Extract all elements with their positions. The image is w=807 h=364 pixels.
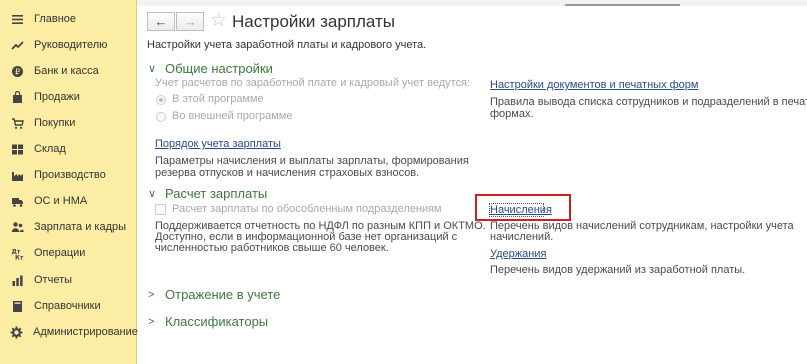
tab-strip <box>137 0 807 6</box>
sidebar-item-bank[interactable]: ₽ Банк и касса <box>0 59 137 83</box>
sidebar-item-label: Покупки <box>34 117 76 129</box>
chart-icon <box>10 273 24 287</box>
sidebar-item-label: Справочники <box>34 300 101 312</box>
documents-settings-desc-2: формах. <box>490 108 534 120</box>
section-title: Классификаторы <box>165 314 269 329</box>
documents-settings-desc-1: Правила вывода списка сотрудников и подр… <box>490 96 807 108</box>
salary-accounting-order-link[interactable]: Порядок учета зарплаты <box>155 138 281 151</box>
section-title: Расчет зарплаты <box>165 186 268 201</box>
section-accounting-reflection[interactable]: > Отражение в учете <box>148 287 280 302</box>
sidebar-item-label: Руководителю <box>34 39 108 51</box>
sidebar-item-label: ОС и НМА <box>34 195 88 207</box>
sidebar-item-label: Склад <box>34 143 66 155</box>
section-salary-calculation[interactable]: ∨ Расчет зарплаты <box>148 186 267 201</box>
accounting-question: Учет расчетов по заработной плате и кадр… <box>155 77 471 89</box>
sidebar-item-label: Отчеты <box>34 274 73 286</box>
back-button[interactable]: ← <box>147 12 175 31</box>
sidebar-item-purchases[interactable]: Покупки <box>0 111 137 135</box>
chevron-down-icon: ∨ <box>148 188 157 200</box>
bag-icon <box>10 90 24 104</box>
chevron-right-icon: > <box>148 288 155 301</box>
radio-this-program-label: В этой программе <box>172 93 264 105</box>
sidebar-item-production[interactable]: Производство <box>0 163 137 187</box>
back-arrow-icon: ← <box>154 14 168 29</box>
radio-external-program-label: Во внешней программе <box>172 110 293 122</box>
sidebar-item-warehouse[interactable]: Склад <box>0 137 137 161</box>
radio-this-program[interactable] <box>156 95 166 105</box>
highlight-box <box>475 194 571 221</box>
gear-icon <box>10 325 23 339</box>
sidebar-item-administration[interactable]: Администрирование <box>0 320 138 344</box>
warehouse-icon <box>10 142 24 156</box>
menu-icon <box>10 12 24 26</box>
forward-button[interactable]: → <box>176 12 204 31</box>
separate-divisions-label: Расчет зарплаты по обособленным подразде… <box>172 203 442 215</box>
calc-note-3: численностью работников свыше 60 человек… <box>155 242 389 254</box>
deductions-desc: Перечень видов удержаний из заработной п… <box>490 264 746 276</box>
people-icon <box>10 220 24 234</box>
sidebar-item-main[interactable]: Главное <box>0 7 137 31</box>
chevron-right-icon: > <box>148 315 155 328</box>
trend-icon <box>10 38 24 52</box>
sidebar-item-label: Администрирование <box>33 326 138 338</box>
sidebar-item-label: Банк и касса <box>34 65 99 77</box>
sidebar-item-sales[interactable]: Продажи <box>0 85 137 109</box>
separate-divisions-checkbox[interactable] <box>155 204 166 215</box>
section-general-settings[interactable]: ∨ Общие настройки <box>148 61 273 76</box>
deductions-link[interactable]: Удержания <box>490 248 546 261</box>
chevron-down-icon: ∨ <box>148 63 157 75</box>
svg-text:Кт: Кт <box>15 254 24 260</box>
dt-kt-icon: Дт Кт <box>10 246 24 260</box>
book-icon <box>10 299 24 313</box>
sidebar-item-label: Главное <box>34 13 77 25</box>
sidebar-item-reports[interactable]: Отчеты <box>0 268 137 292</box>
sidebar-item-label: Операции <box>34 247 86 259</box>
sidebar-item-label: Зарплата и кадры <box>34 221 127 233</box>
favorite-star-icon[interactable]: ☆ <box>210 9 227 32</box>
accruals-desc-2: начислений. <box>490 231 554 243</box>
sidebar: Главное Руководителю ₽ Банк и касса Прод… <box>0 0 138 364</box>
page-title: Настройки зарплаты <box>232 12 395 31</box>
sidebar-item-salary[interactable]: Зарплата и кадры <box>0 215 137 239</box>
page-subtitle: Настройки учета заработной платы и кадро… <box>147 39 427 51</box>
radio-external-program[interactable] <box>156 112 166 122</box>
sidebar-item-label: Продажи <box>34 91 80 103</box>
forward-arrow-icon: → <box>183 14 197 29</box>
salary-accounting-order-desc-2: резерва отпусков и начисления страховых … <box>155 167 420 179</box>
factory-icon <box>10 168 24 182</box>
sidebar-item-references[interactable]: Справочники <box>0 294 137 318</box>
sidebar-item-manager[interactable]: Руководителю <box>0 33 137 57</box>
section-classifiers[interactable]: > Классификаторы <box>148 314 268 329</box>
coin-icon: ₽ <box>10 64 24 78</box>
sidebar-item-fixed-assets[interactable]: ОС и НМА <box>0 189 137 213</box>
active-tab-indicator <box>565 4 680 6</box>
sidebar-item-operations[interactable]: Дт Кт Операции <box>0 241 137 265</box>
svg-text:₽: ₽ <box>14 67 19 76</box>
documents-settings-link[interactable]: Настройки документов и печатных форм <box>490 79 698 92</box>
truck-icon <box>10 194 24 208</box>
cart-icon <box>10 116 24 130</box>
section-title: Отражение в учете <box>165 287 281 302</box>
sidebar-item-label: Производство <box>34 169 106 181</box>
section-title: Общие настройки <box>165 61 273 76</box>
